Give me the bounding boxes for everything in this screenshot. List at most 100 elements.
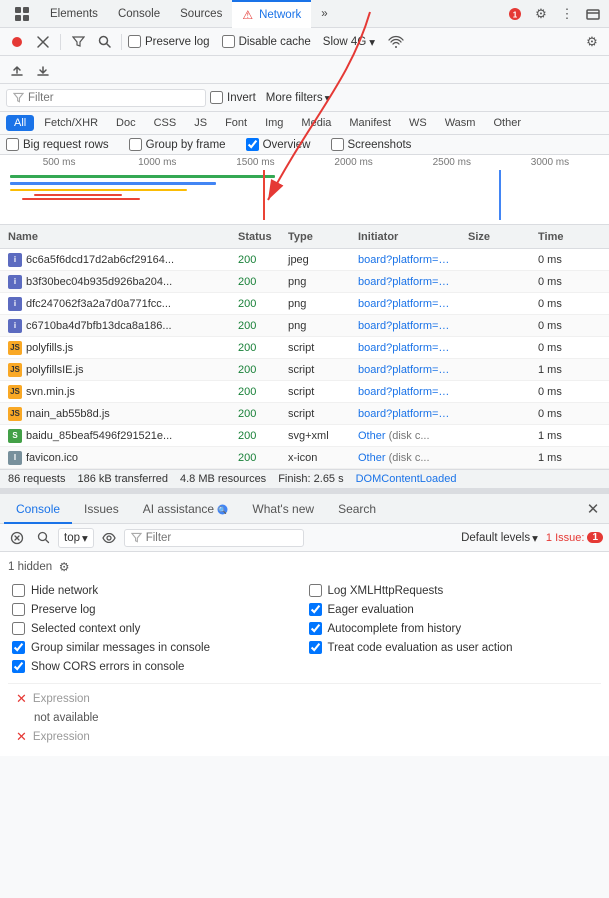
record-button[interactable] (6, 31, 28, 53)
setting-hide-network[interactable]: Hide network (12, 584, 301, 597)
console-filter-container[interactable] (124, 529, 304, 547)
throttle-selector[interactable]: Slow 4G ▾ (323, 35, 375, 49)
treat-code-eval-checkbox[interactable] (309, 641, 322, 654)
group-by-frame-checkbox[interactable] (129, 138, 142, 151)
col-name[interactable]: Name (0, 231, 230, 243)
eager-eval-checkbox[interactable] (309, 603, 322, 616)
invert-checkbox[interactable] (210, 91, 223, 104)
expression-close-1[interactable]: ✕ (16, 729, 27, 745)
table-row[interactable]: JS polyfillsIE.js 200 script board?platf… (0, 359, 609, 381)
wifi-icon[interactable] (385, 31, 407, 53)
more-icon[interactable]: ⋮ (555, 2, 579, 26)
expression-close-0[interactable]: ✕ (16, 691, 27, 707)
invert-label[interactable]: Invert (210, 91, 256, 104)
overview-label[interactable]: Overview (246, 138, 311, 151)
setting-log-xml[interactable]: Log XMLHttpRequests (309, 584, 598, 597)
autocomplete-history-checkbox[interactable] (309, 622, 322, 635)
setting-group-similar[interactable]: Group similar messages in console (12, 641, 301, 654)
table-row[interactable]: i b3f30bec04b935d926ba204... 200 png boa… (0, 271, 609, 293)
filter-doc[interactable]: Doc (108, 115, 144, 131)
timeline-area[interactable]: 500 ms 1000 ms 1500 ms 2000 ms 2500 ms 3… (0, 155, 609, 225)
filter-manifest[interactable]: Manifest (341, 115, 399, 131)
preserve-log-label[interactable]: Preserve log (128, 35, 210, 48)
search-icon[interactable] (93, 31, 115, 53)
console-filter-icon[interactable] (32, 527, 54, 549)
filter-ws[interactable]: WS (401, 115, 435, 131)
filter-js[interactable]: JS (186, 115, 215, 131)
setting-selected-context[interactable]: Selected context only (12, 622, 301, 635)
big-request-rows-checkbox[interactable] (6, 138, 19, 151)
table-row[interactable]: i dfc247062f3a2a7d0a771fcc... 200 png bo… (0, 293, 609, 315)
console-tab-search[interactable]: Search (326, 494, 388, 524)
download-icon[interactable] (32, 59, 54, 81)
console-tab-issues[interactable]: Issues (72, 494, 131, 524)
filter-input-container[interactable] (6, 89, 206, 107)
console-tab-console[interactable]: Console (4, 494, 72, 524)
overview-checkbox[interactable] (246, 138, 259, 151)
more-filters-button[interactable]: More filters ▾ (260, 89, 337, 107)
big-request-rows-label[interactable]: Big request rows (6, 138, 109, 151)
context-selector[interactable]: top ▾ (58, 528, 94, 548)
col-size[interactable]: Size (460, 231, 530, 243)
disable-cache-label[interactable]: Disable cache (222, 35, 311, 48)
setting-eager-evaluation[interactable]: Eager evaluation (309, 603, 598, 616)
table-row[interactable]: i 6c6a5f6dcd17d2ab6cf29164... 200 jpeg b… (0, 249, 609, 271)
filter-all[interactable]: All (6, 115, 34, 131)
setting-preserve-log[interactable]: Preserve log (12, 603, 301, 616)
table-row[interactable]: JS svn.min.js 200 script board?platform=… (0, 381, 609, 403)
setting-treat-code-eval[interactable]: Treat code evaluation as user action (309, 641, 598, 654)
screenshots-checkbox[interactable] (331, 138, 344, 151)
close-console-panel-icon[interactable]: ✕ (581, 497, 605, 521)
group-by-frame-label[interactable]: Group by frame (129, 138, 226, 151)
table-row[interactable]: I favicon.ico 200 x-icon Other (disk c..… (0, 447, 609, 469)
table-row[interactable]: JS polyfills.js 200 script board?platfor… (0, 337, 609, 359)
col-type[interactable]: Type (280, 231, 350, 243)
disable-cache-checkbox[interactable] (222, 35, 235, 48)
table-row[interactable]: S baidu_85beaf5496f291521e... 200 svg+xm… (0, 425, 609, 447)
filter-media[interactable]: Media (293, 115, 339, 131)
show-cors-checkbox[interactable] (12, 660, 25, 673)
setting-autocomplete-history[interactable]: Autocomplete from history (309, 622, 598, 635)
clear-button[interactable] (32, 31, 54, 53)
console-settings-gear-icon[interactable]: ⚙ (56, 559, 72, 575)
levels-selector[interactable]: Default levels ▾ (461, 531, 538, 545)
preserve-log-console-checkbox[interactable] (12, 603, 25, 616)
group-similar-checkbox[interactable] (12, 641, 25, 654)
setting-show-cors[interactable]: Show CORS errors in console (12, 660, 301, 673)
console-clear-icon[interactable] (6, 527, 28, 549)
tab-more[interactable]: » (311, 0, 337, 28)
upload-icon[interactable] (6, 59, 28, 81)
undock-icon[interactable] (581, 2, 605, 26)
console-tab-whats-new[interactable]: What's new (240, 494, 326, 524)
hide-network-checkbox[interactable] (12, 584, 25, 597)
col-time[interactable]: Time (530, 231, 580, 243)
issue-indicator[interactable]: 1 Issue: 1 (546, 532, 603, 544)
filter-wasm[interactable]: Wasm (437, 115, 484, 131)
filter-font[interactable]: Font (217, 115, 255, 131)
col-status[interactable]: Status (230, 231, 280, 243)
filter-fetch-xhr[interactable]: Fetch/XHR (36, 115, 106, 131)
expression-input-1[interactable]: Expression (33, 731, 593, 743)
col-initiator[interactable]: Initiator (350, 231, 460, 243)
eye-icon[interactable] (98, 527, 120, 549)
selected-context-checkbox[interactable] (12, 622, 25, 635)
table-row[interactable]: JS main_ab55b8d.js 200 script board?plat… (0, 403, 609, 425)
screenshots-label[interactable]: Screenshots (331, 138, 412, 151)
notification-icon[interactable]: 1 (503, 2, 527, 26)
console-filter-input[interactable] (146, 532, 297, 544)
filter-css[interactable]: CSS (146, 115, 185, 131)
tab-elements[interactable]: Elements (40, 0, 108, 28)
tab-console[interactable]: Console (108, 0, 170, 28)
tab-sources[interactable]: Sources (170, 0, 232, 28)
filter-input[interactable] (28, 92, 199, 104)
tab-network[interactable]: ⚠ Network (232, 0, 311, 28)
devtools-icon[interactable] (4, 0, 40, 28)
expression-input-0[interactable]: Expression (33, 693, 593, 705)
log-xml-checkbox[interactable] (309, 584, 322, 597)
filter-other[interactable]: Other (485, 115, 529, 131)
table-row[interactable]: i c6710ba4d7bfb13dca8a186... 200 png boa… (0, 315, 609, 337)
filter-icon[interactable] (67, 31, 89, 53)
network-settings-icon[interactable]: ⚙ (581, 31, 603, 53)
preserve-log-checkbox[interactable] (128, 35, 141, 48)
settings-icon[interactable]: ⚙ (529, 2, 553, 26)
